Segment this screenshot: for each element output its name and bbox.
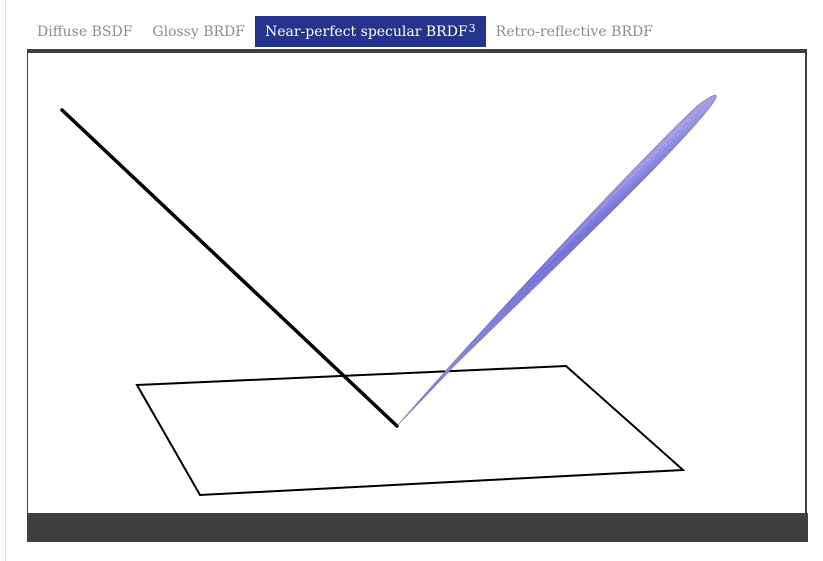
viewer-control-bar [27,513,808,542]
surface-plane [135,364,686,497]
specular-lobe [396,94,717,427]
brdf-3d-viewer[interactable] [27,49,807,514]
brdf-scene [60,94,717,497]
incident-ray [60,108,399,428]
